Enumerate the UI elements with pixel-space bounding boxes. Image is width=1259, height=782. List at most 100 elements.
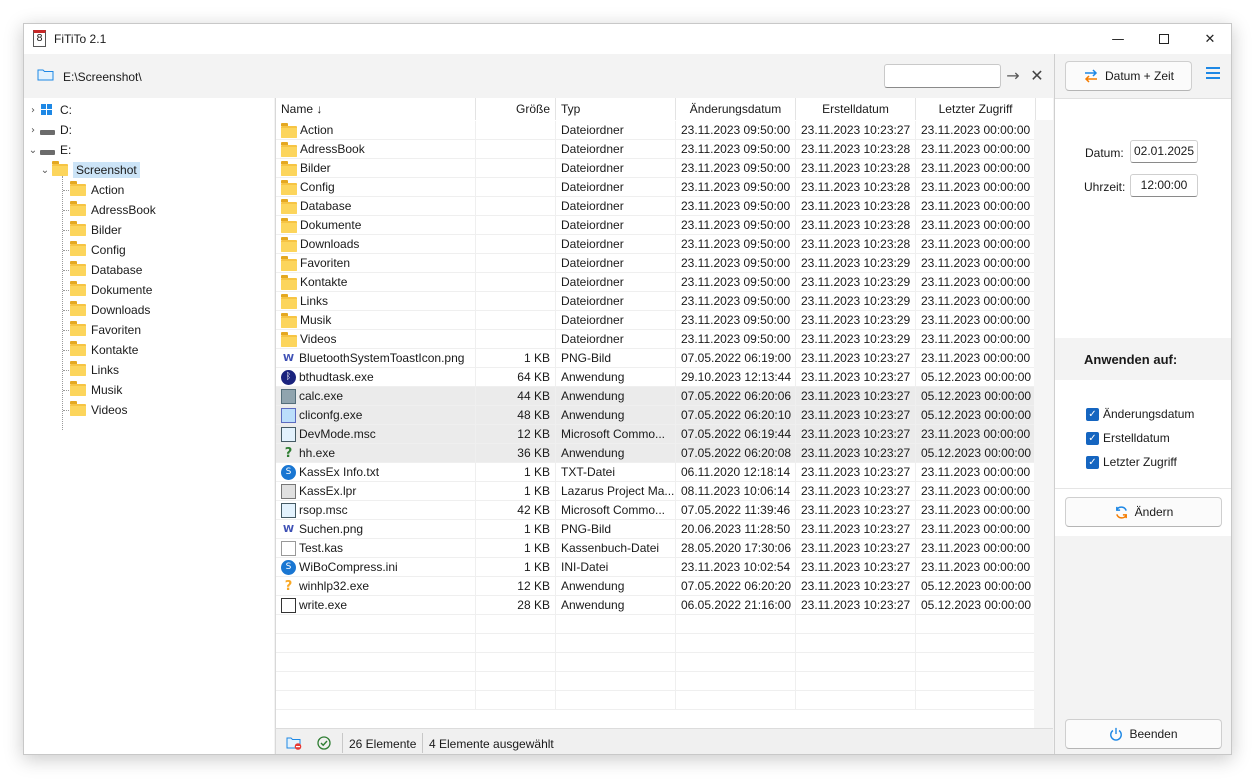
column-header-row: Name ↓ Größe Typ Änderungsdatum Erstelld…	[276, 98, 1053, 120]
table-row[interactable]: KassEx.lpr 1 KB Lazarus Project Ma... 08.11…	[276, 482, 1036, 501]
table-row[interactable]: ? winhlp32.exe 12 KB Anwendung 07.05.2022 06…	[276, 577, 1036, 596]
folder-icon	[281, 218, 297, 233]
checkbox-created[interactable]: ✓ Erstelldatum	[1086, 431, 1170, 445]
checkbox-modified[interactable]: ✓ Änderungsdatum	[1086, 407, 1194, 421]
table-row[interactable]: ᛒ bthudtask.exe 64 KB Anwendung 29.10.2023 1…	[276, 368, 1036, 387]
chevron-right-icon[interactable]: ›	[26, 125, 40, 136]
table-row[interactable]: Test.kas 1 KB Kassenbuch-Datei 28.05.2020 1…	[276, 539, 1036, 558]
tree-item-drive-c[interactable]: › C:	[26, 100, 72, 120]
tree-item-drive-e[interactable]: ⌄ E:	[26, 140, 72, 160]
file-name: Bilder	[300, 161, 331, 175]
column-header-type[interactable]: Typ	[556, 98, 676, 120]
folder-delete-icon[interactable]	[286, 736, 302, 750]
tree-item-folder[interactable]: Downloads	[70, 300, 150, 320]
table-row[interactable]: Downloads Dateiordner 23.11.2023 09:50:00 2…	[276, 235, 1036, 254]
tree-item-folder[interactable]: Links	[70, 360, 119, 380]
tree-item-folder[interactable]: AdressBook	[70, 200, 156, 220]
tree-item-folder[interactable]: Musik	[70, 380, 122, 400]
tree-item-drive-d[interactable]: › D:	[26, 120, 72, 140]
chevron-down-icon[interactable]: ⌄	[26, 145, 40, 156]
file-name: Action	[300, 123, 334, 137]
size-cell	[476, 159, 556, 178]
tree-item-label: C:	[60, 103, 72, 117]
tree-item-label: Downloads	[91, 303, 151, 317]
accessed-cell: 23.11.2023 00:00:00	[916, 311, 1036, 330]
vertical-scrollbar[interactable]	[1034, 120, 1053, 728]
tree-item-folder[interactable]: Videos	[70, 400, 127, 420]
checkbox-accessed[interactable]: ✓ Letzter Zugriff	[1086, 455, 1177, 469]
accessed-cell: 23.11.2023 00:00:00	[916, 520, 1036, 539]
column-header-created[interactable]: Erstelldatum	[796, 98, 916, 120]
date-field[interactable]: 02.01.2025	[1130, 140, 1198, 163]
tree-item-folder[interactable]: Kontakte	[70, 340, 138, 360]
go-arrow-button[interactable]: →	[1003, 66, 1023, 86]
table-row[interactable]: Videos Dateiordner 23.11.2023 09:50:00 23.1…	[276, 330, 1036, 349]
change-button[interactable]: Ändern	[1065, 497, 1222, 527]
clear-button[interactable]: ✕	[1027, 66, 1047, 86]
table-row[interactable]: Config Dateiordner 23.11.2023 09:50:00 23.1…	[276, 178, 1036, 197]
table-row[interactable]: calc.exe 44 KB Anwendung 07.05.2022 06:20:0…	[276, 387, 1036, 406]
kass-file-icon: S	[281, 465, 296, 480]
path-search-input[interactable]	[884, 64, 1001, 88]
checkbox-label: Erstelldatum	[1103, 431, 1170, 445]
chevron-down-icon[interactable]: ⌄	[38, 165, 52, 176]
column-header-modified[interactable]: Änderungsdatum	[676, 98, 796, 120]
tree-item-folder[interactable]: Dokumente	[70, 280, 152, 300]
empty-cell	[476, 672, 556, 691]
table-row[interactable]: ? hh.exe 36 KB Anwendung 07.05.2022 06:20:08…	[276, 444, 1036, 463]
size-cell	[476, 330, 556, 349]
table-row[interactable]: S KassEx Info.txt 1 KB TXT-Datei 06.11.2020 …	[276, 463, 1036, 482]
column-header-accessed[interactable]: Letzter Zugriff	[916, 98, 1036, 120]
table-row[interactable]: cliconfg.exe 48 KB Anwendung 07.05.2022 06:…	[276, 406, 1036, 425]
maximize-button[interactable]	[1141, 24, 1187, 54]
minimize-button[interactable]: —	[1095, 24, 1141, 54]
table-row[interactable]: Kontakte Dateiordner 23.11.2023 09:50:00 23…	[276, 273, 1036, 292]
chevron-right-icon[interactable]: ›	[26, 105, 40, 116]
check-circle-icon[interactable]	[316, 736, 332, 750]
folder-icon	[70, 361, 86, 376]
msc-file-icon	[281, 427, 296, 442]
tree-item-screenshot[interactable]: ⌄ Screenshot	[38, 160, 140, 180]
created-cell: 23.11.2023 10:23:29	[796, 330, 916, 349]
column-header-size[interactable]: Größe	[476, 98, 556, 120]
tree-item-folder[interactable]: Config	[70, 240, 126, 260]
table-row[interactable]: Bilder Dateiordner 23.11.2023 09:50:00 23.1…	[276, 159, 1036, 178]
empty-cell	[556, 672, 676, 691]
menu-icon[interactable]	[1206, 67, 1220, 81]
checkbox-checked-icon[interactable]: ✓	[1086, 431, 1099, 445]
table-row[interactable]: S WiBoCompress.ini 1 KB INI-Datei 23.11.2023…	[276, 558, 1036, 577]
tree-item-folder[interactable]: Favoriten	[70, 320, 141, 340]
table-row[interactable]: AdressBook Dateiordner 23.11.2023 09:50:00…	[276, 140, 1036, 159]
table-row[interactable]: Musik Dateiordner 23.11.2023 09:50:00 23.11…	[276, 311, 1036, 330]
close-button[interactable]: ✕	[1187, 24, 1231, 54]
table-row[interactable]: Links Dateiordner 23.11.2023 09:50:00 23.11…	[276, 292, 1036, 311]
tree-item-folder[interactable]: Database	[70, 260, 142, 280]
type-cell: Microsoft Commo...	[556, 425, 676, 444]
table-row[interactable]: Dokumente Dateiordner 23.11.2023 09:50:00 2…	[276, 216, 1036, 235]
table-row[interactable]: DevMode.msc 12 KB Microsoft Commo... 07.05.…	[276, 425, 1036, 444]
file-name: Links	[300, 294, 329, 308]
table-row[interactable]: Action Dateiordner 23.11.2023 09:50:00 23.1…	[276, 121, 1036, 140]
table-row[interactable]: rsop.msc 42 KB Microsoft Commo... 07.05.202…	[276, 501, 1036, 520]
table-row[interactable]: Database Dateiordner 23.11.2023 09:50:00 23…	[276, 197, 1036, 216]
table-row[interactable]: Favoriten Dateiordner 23.11.2023 09:50:00 2…	[276, 254, 1036, 273]
checkbox-checked-icon[interactable]: ✓	[1086, 455, 1099, 469]
name-cell: ᛒ bthudtask.exe	[276, 368, 476, 387]
tree-item-folder[interactable]: Bilder	[70, 220, 122, 240]
checkbox-checked-icon[interactable]: ✓	[1086, 407, 1099, 421]
tree-item-label: Kontakte	[91, 343, 139, 357]
tree-item-folder[interactable]: Action	[70, 180, 124, 200]
accessed-cell: 23.11.2023 00:00:00	[916, 159, 1036, 178]
table-row[interactable]: W BluetoothSystemToastIcon.png 1 KB PNG-Bil…	[276, 349, 1036, 368]
time-field[interactable]: 12:00:00	[1130, 174, 1198, 197]
type-cell: Dateiordner	[556, 311, 676, 330]
apply-options: ✓ Änderungsdatum ✓ Erstelldatum ✓ Letzte…	[1055, 380, 1231, 536]
mode-button[interactable]: Datum + Zeit	[1065, 61, 1192, 91]
accessed-cell: 05.12.2023 00:00:00	[916, 368, 1036, 387]
table-row[interactable]: write.exe 28 KB Anwendung 06.05.2022 21:16:…	[276, 596, 1036, 615]
accessed-cell: 23.11.2023 00:00:00	[916, 539, 1036, 558]
column-header-name[interactable]: Name ↓	[276, 98, 476, 120]
table-row[interactable]: W Suchen.png 1 KB PNG-Bild 20.06.2023 11:28:…	[276, 520, 1036, 539]
exit-button[interactable]: Beenden	[1065, 719, 1222, 749]
file-name: Config	[300, 180, 335, 194]
